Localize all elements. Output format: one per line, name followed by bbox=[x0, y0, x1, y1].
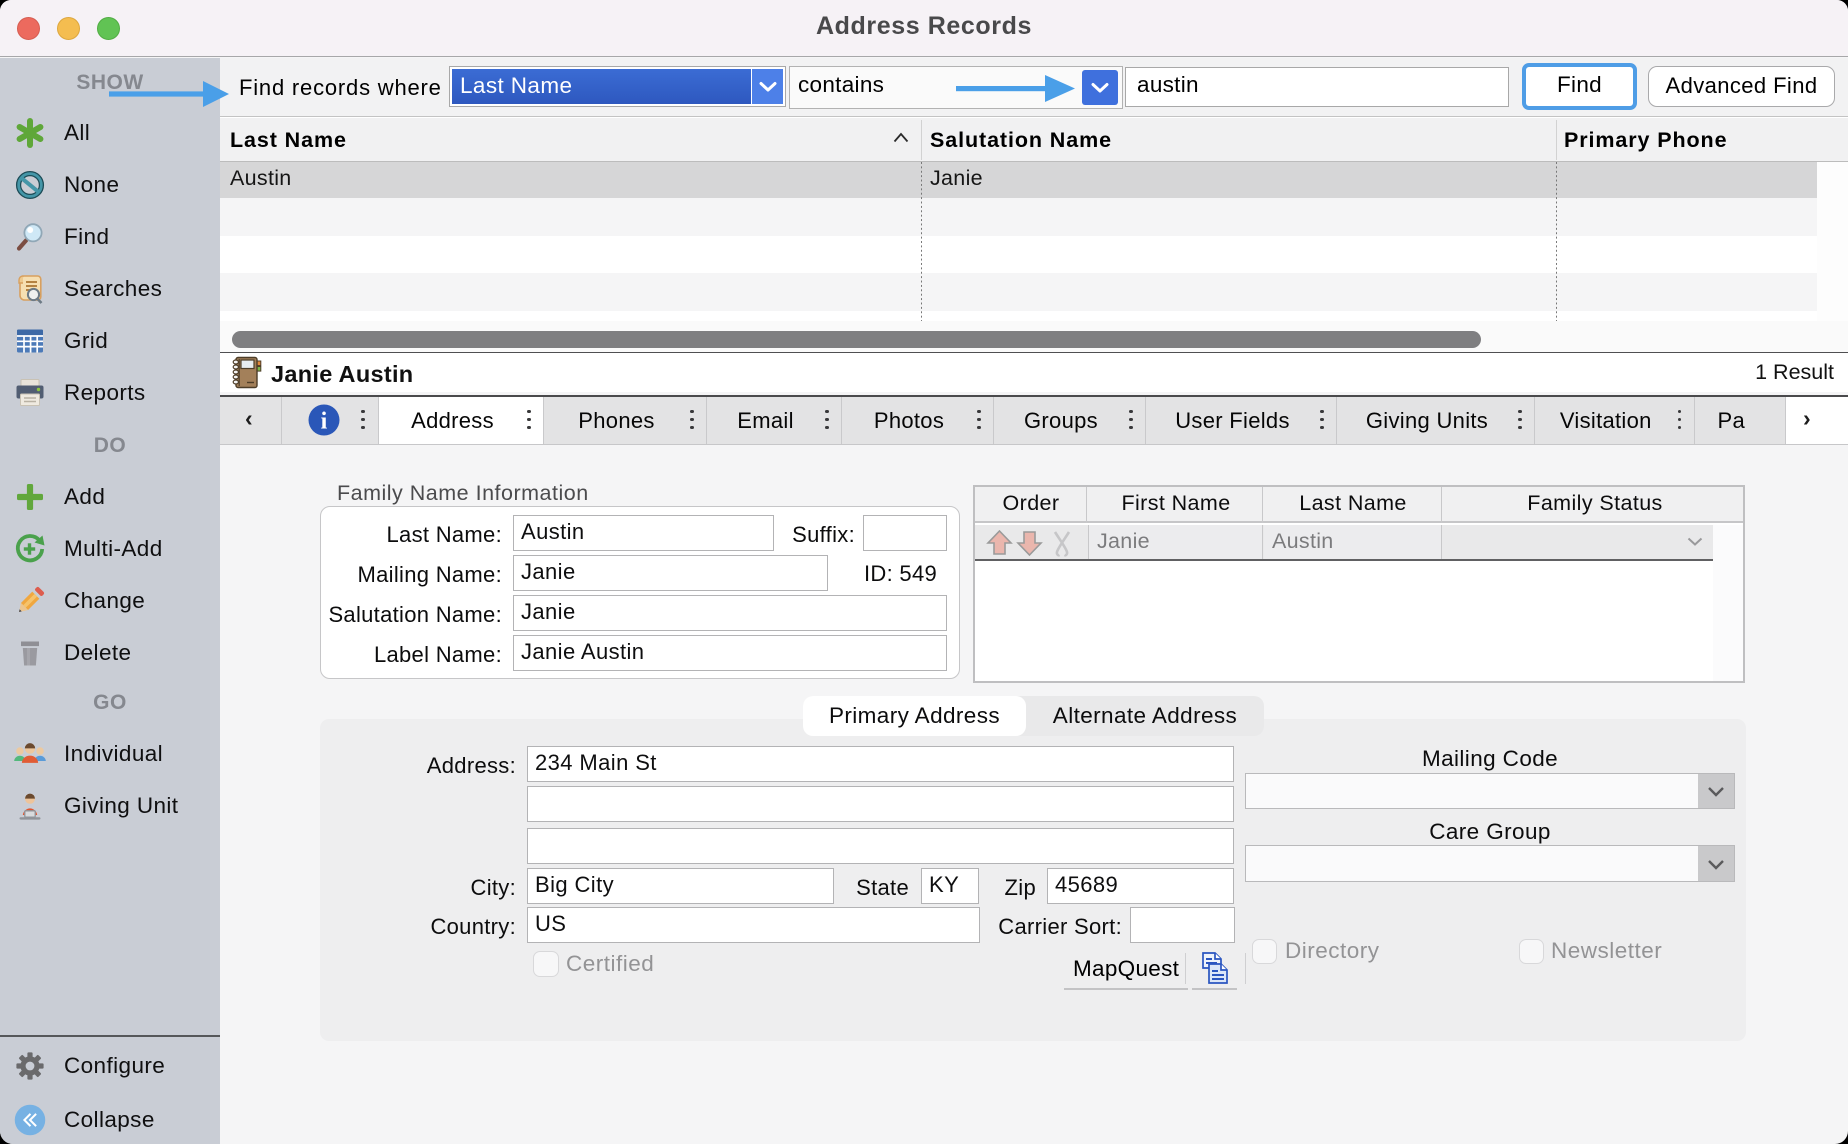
svg-text:i: i bbox=[321, 409, 328, 435]
